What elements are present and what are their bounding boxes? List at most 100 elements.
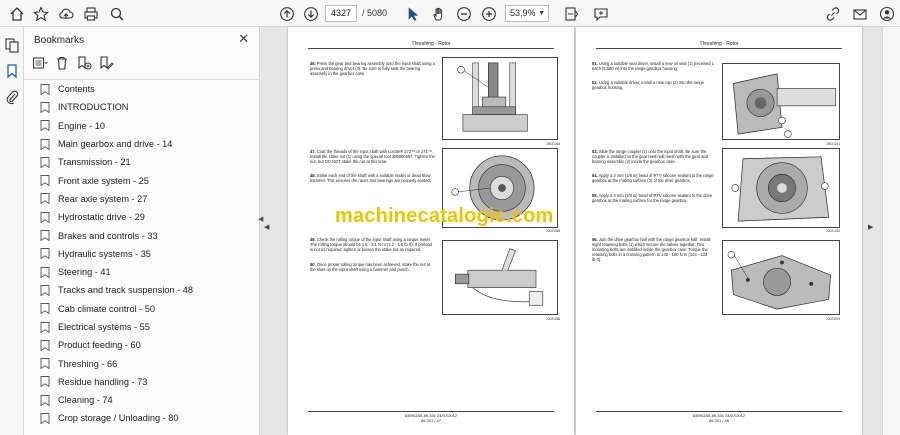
bookmark-item[interactable]: Contents <box>40 80 252 98</box>
bookmark-item[interactable]: Cab climate control - 50 <box>40 300 252 318</box>
figure-range-gearbox <box>722 63 840 140</box>
zoom-in-icon[interactable] <box>478 3 500 24</box>
cloud-upload-icon[interactable] <box>55 3 77 24</box>
options-menu-icon[interactable] <box>32 55 48 71</box>
step-54: 54. Apply a 3 mm (1/8 in) bead of RTV si… <box>592 173 714 183</box>
close-icon[interactable]: ✕ <box>238 31 249 47</box>
page-up-icon[interactable] <box>276 3 298 24</box>
page-number-input[interactable]: 4327 <box>325 5 357 22</box>
zoom-level-select[interactable]: 53,9% ▼ <box>505 5 549 22</box>
bookmark-label: Main gearbox and drive - 14 <box>58 139 173 150</box>
bookmark-label: Hydraulic systems - 35 <box>58 248 151 259</box>
figure-torque-meter <box>442 240 558 315</box>
zoom-search-icon[interactable] <box>106 3 128 24</box>
page-left: Threshing - Rotor 46. Press the gear and… <box>288 27 574 435</box>
bookmark-label: Brakes and controls - 33 <box>58 230 158 241</box>
page-footer: 84591195-66.331 24/07/2012 66.331 / 47 <box>404 413 458 423</box>
bookmark-label: INTRODUCTION <box>58 102 129 113</box>
bookmark-item[interactable]: Cleaning - 74 <box>40 391 252 409</box>
step-53: 53. Slide the range coupler (1) onto the… <box>592 149 709 164</box>
bookmark-panel-icon[interactable] <box>4 63 20 79</box>
bookmark-item[interactable]: Electrical systems - 55 <box>40 318 252 336</box>
bookmark-item[interactable]: INTRODUCTION <box>40 98 252 116</box>
step-55: 55. Apply a 3 mm (1/8 in) bead of RTV si… <box>592 193 713 203</box>
bookmark-item[interactable]: Transmission - 21 <box>40 153 252 171</box>
bookmark-item[interactable]: Steering - 41 <box>40 263 252 281</box>
bookmark-item[interactable]: Main gearbox and drive - 14 <box>40 135 252 153</box>
bookmark-label: Cleaning - 74 <box>58 395 113 406</box>
bookmark-icon <box>40 211 50 223</box>
bookmark-item[interactable]: Hydraulic systems - 35 <box>40 245 252 263</box>
select-cursor-icon[interactable] <box>402 3 424 24</box>
figure-id: 20021065 <box>546 229 561 233</box>
bookmark-label: Front axle system - 25 <box>58 175 149 186</box>
add-bookmark-icon[interactable] <box>76 55 92 71</box>
bookmark-icon <box>40 358 50 370</box>
bookmark-label: Steering - 41 <box>58 267 111 278</box>
step-46: 46. Press the gear and bearing assembly … <box>310 61 435 76</box>
print-icon[interactable] <box>80 3 102 24</box>
step-52: 52. Using a suitable driver, install a n… <box>592 80 704 90</box>
bookmark-properties-icon[interactable] <box>98 55 114 71</box>
bookmark-item[interactable]: Product feeding - 60 <box>40 336 252 354</box>
link-icon[interactable] <box>822 3 844 24</box>
fit-page-icon[interactable] <box>560 3 582 24</box>
bookmark-item[interactable]: Hydrostatic drive - 29 <box>40 208 252 226</box>
bookmark-label: Rear axle system - 27 <box>58 193 148 204</box>
step-51: 51. Using a suitable seal driver, instal… <box>592 61 714 71</box>
bookmark-item[interactable]: Front axle system - 25 <box>40 171 252 189</box>
pages-icon[interactable] <box>4 37 20 53</box>
bookmark-icon <box>40 394 50 406</box>
previous-page-arrow-icon[interactable]: ◀ <box>264 223 269 231</box>
bookmark-icon <box>40 321 50 333</box>
panel-collapse-icon[interactable]: ◀ <box>258 215 263 223</box>
page-count: / 5080 <box>362 8 388 18</box>
bookmark-icon <box>40 284 50 296</box>
bookmark-label: Cab climate control - 50 <box>58 303 156 314</box>
toolbar: 4327 / 5080 53,9% ▼ <box>0 0 900 27</box>
star-icon[interactable] <box>30 3 52 24</box>
chevron-down-icon: ▼ <box>538 10 545 17</box>
next-page-arrow-icon[interactable]: ▶ <box>868 223 873 231</box>
bookmark-item[interactable]: Engine - 10 <box>40 117 252 135</box>
page-down-icon[interactable] <box>300 3 322 24</box>
bookmark-item[interactable]: Tracks and track suspension - 48 <box>40 281 252 299</box>
step-56: 56. Join the drive gearbox half with the… <box>592 237 711 262</box>
right-rail <box>882 27 900 435</box>
zoom-out-icon[interactable] <box>453 3 475 24</box>
bookmark-label: Engine - 10 <box>58 120 105 131</box>
document-viewer[interactable]: Threshing - Rotor 46. Press the gear and… <box>261 27 900 435</box>
navigation-rail <box>0 27 24 435</box>
comment-icon[interactable] <box>590 3 612 24</box>
step-48: 48. Strike each end of the shaft with a … <box>310 173 431 183</box>
page-header: Threshing - Rotor <box>699 41 739 47</box>
bookmark-icon <box>40 83 50 95</box>
figure-drive-gearbox <box>722 240 840 315</box>
bookmark-item[interactable]: Threshing - 66 <box>40 354 252 372</box>
figure-gear-press <box>442 57 558 140</box>
hand-tool-icon[interactable] <box>428 3 450 24</box>
bookmark-label: Transmission - 21 <box>58 157 131 168</box>
bookmark-icon <box>40 266 50 278</box>
bookmark-item[interactable]: Rear axle system - 27 <box>40 190 252 208</box>
step-50: 50. Once proper rolling torque has been … <box>310 262 431 272</box>
bookmark-item[interactable]: Brakes and controls - 33 <box>40 226 252 244</box>
bookmark-list: Contents INTRODUCTION Engine - 10 Main gear… <box>40 80 252 435</box>
account-icon[interactable] <box>876 3 898 24</box>
bookmark-item[interactable]: Crop storage / Unloading - 80 <box>40 409 252 427</box>
bookmark-item[interactable]: Residue handling - 73 <box>40 373 252 391</box>
figure-id: 20021076 <box>826 317 841 321</box>
bookmark-icon <box>40 101 50 113</box>
figure-id: 20021066 <box>546 317 561 321</box>
delete-icon[interactable] <box>54 55 70 71</box>
figure-id: 20021064 <box>546 142 561 146</box>
bookmark-label: Hydrostatic drive - 29 <box>58 212 145 223</box>
bookmark-tools <box>32 54 114 72</box>
bookmark-icon <box>40 376 50 388</box>
home-icon[interactable] <box>6 3 28 24</box>
mail-icon[interactable] <box>849 3 871 24</box>
bookmark-icon <box>40 413 50 424</box>
bookmark-label: Product feeding - 60 <box>58 340 141 351</box>
attachment-icon[interactable] <box>4 89 20 105</box>
bookmark-icon <box>40 175 50 187</box>
